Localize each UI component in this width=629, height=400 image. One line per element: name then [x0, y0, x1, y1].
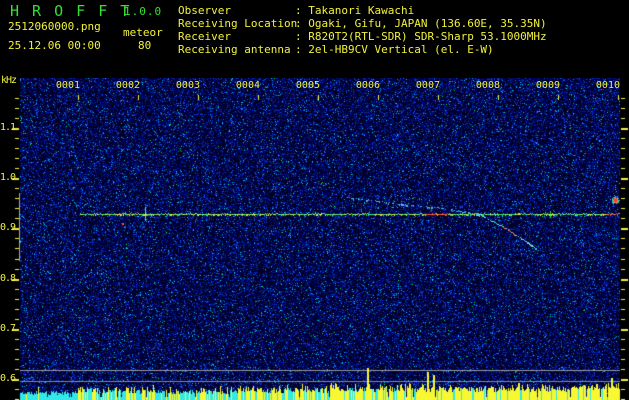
y-axis-label: 0.7 [0, 324, 15, 334]
x-axis-label: 0003 [172, 81, 200, 91]
info-label: Receiver [178, 31, 295, 42]
info-row-observer: Observer: Takanori Kawachi [178, 5, 414, 16]
info-value: 2el-HB9CV Vertical (el. E-W) [308, 43, 493, 56]
param-value: 80 [138, 40, 151, 51]
y-axis-label: 1.1 [0, 123, 15, 133]
mode-label: meteor [123, 27, 163, 38]
spectrogram-canvas [0, 78, 629, 400]
app-title: H R O F F T [10, 4, 131, 19]
info-label: Receiving Location [178, 18, 295, 29]
info-label: Observer [178, 5, 295, 16]
y-axis-label: 1.0 [0, 173, 15, 183]
x-axis-label: 0004 [232, 81, 260, 91]
y-axis-label: 0.6 [0, 374, 15, 384]
info-row-receiver: Receiver: R820T2(RTL-SDR) SDR-Sharp 53.1… [178, 31, 547, 42]
info-row-antenna: Receiving antenna: 2el-HB9CV Vertical (e… [178, 44, 494, 55]
datetime-label: 25.12.06 00:00 [8, 40, 101, 51]
hrofft-window: H R O F F T 1.0.0 2512060000.png meteor … [0, 0, 629, 400]
x-axis-label: 0009 [532, 81, 560, 91]
info-value: R820T2(RTL-SDR) SDR-Sharp 53.1000MHz [308, 30, 546, 43]
x-axis-label: 0002 [112, 81, 140, 91]
x-axis-label: 0007 [412, 81, 440, 91]
x-axis-label: 0010 [592, 81, 620, 91]
colon: : [295, 4, 308, 17]
colon: : [295, 30, 308, 43]
x-axis-label: 0005 [292, 81, 320, 91]
output-filename: 2512060000.png [8, 21, 101, 32]
y-axis-label: 0.9 [0, 223, 15, 233]
y-axis-unit-label: kHz [1, 76, 16, 86]
info-row-location: Receiving Location: Ogaki, Gifu, JAPAN (… [178, 18, 547, 29]
x-axis-label: 0001 [52, 81, 80, 91]
colon: : [295, 43, 308, 56]
x-axis-label: 0006 [352, 81, 380, 91]
x-axis-label: 0008 [472, 81, 500, 91]
info-value: Ogaki, Gifu, JAPAN (136.60E, 35.35N) [308, 17, 546, 30]
info-label: Receiving antenna [178, 44, 295, 55]
info-value: Takanori Kawachi [308, 4, 414, 17]
app-version: 1.0.0 [124, 6, 162, 17]
y-axis-label: 0.8 [0, 274, 15, 284]
colon: : [295, 17, 308, 30]
